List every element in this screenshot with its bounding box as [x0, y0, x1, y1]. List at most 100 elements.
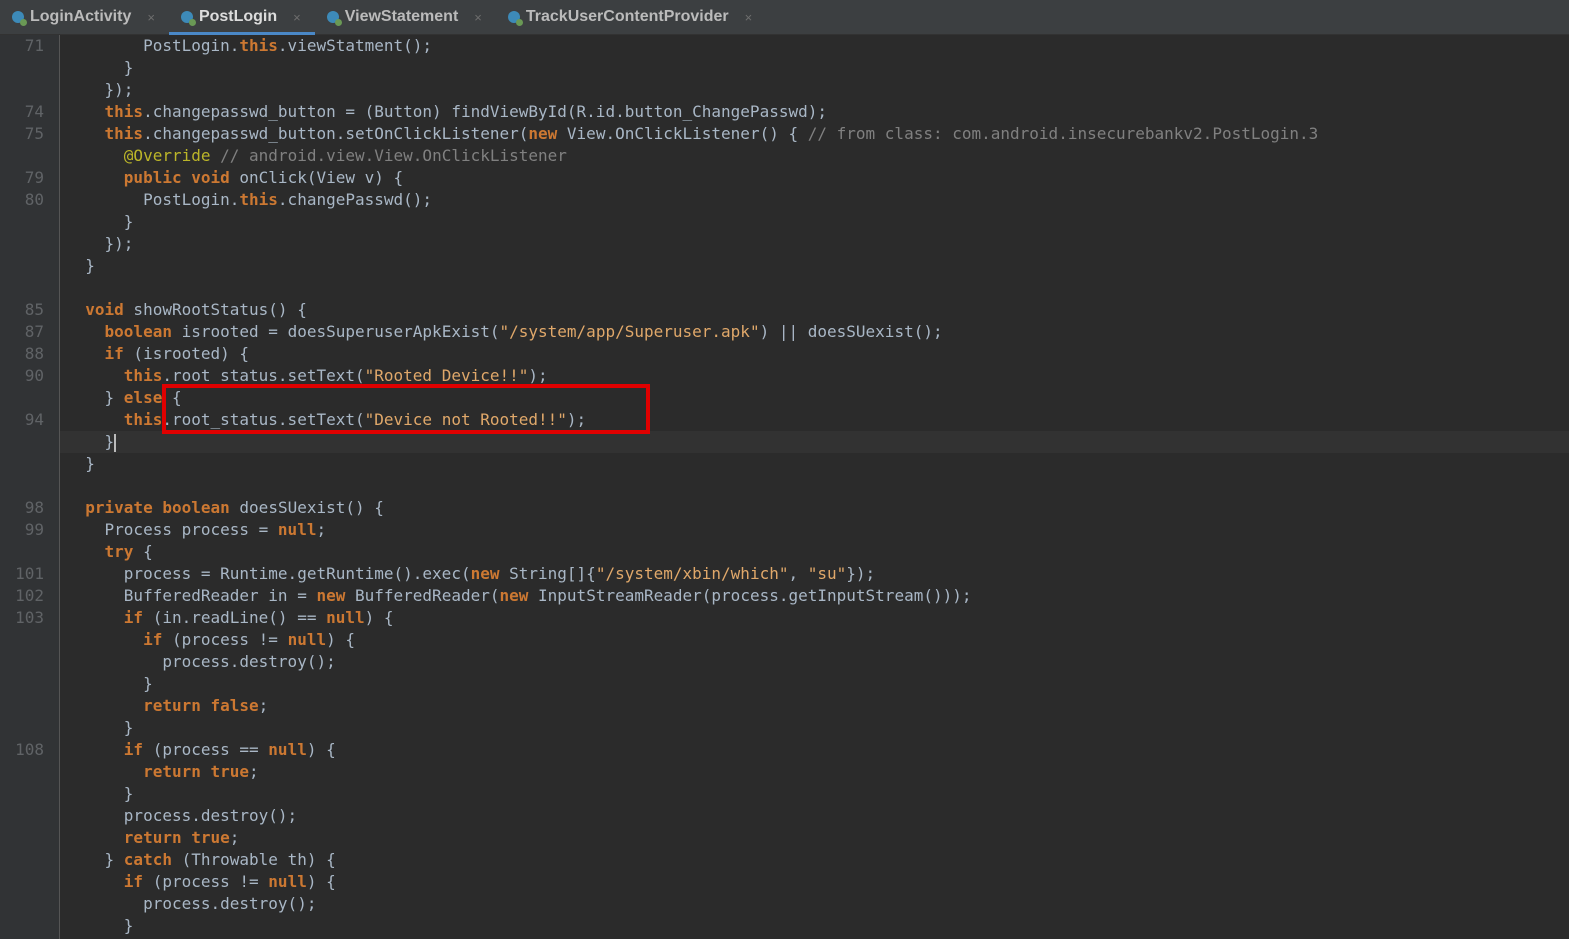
- tab-label: TrackUserContentProvider: [525, 8, 729, 25]
- line-number: 102: [15, 586, 44, 605]
- code-line[interactable]: private boolean doesSUexist() {: [66, 497, 384, 519]
- code-line[interactable]: PostLogin.this.changePasswd();: [66, 189, 432, 211]
- code-line[interactable]: process.destroy();: [66, 805, 297, 827]
- close-icon[interactable]: ×: [293, 10, 301, 25]
- line-number: 79: [24, 168, 44, 187]
- code-line[interactable]: this.root_status.setText("Rooted Device!…: [66, 365, 548, 387]
- tab-label: ViewStatement: [344, 8, 459, 25]
- caret-line-highlight: [60, 431, 1569, 453]
- line-number: [0, 387, 44, 409]
- code-line[interactable]: return true;: [66, 827, 240, 849]
- code-line[interactable]: if (process == null) {: [66, 739, 336, 761]
- code-line[interactable]: } catch (Throwable th) {: [66, 849, 336, 871]
- java-class-icon: [507, 11, 523, 26]
- line-number: [0, 541, 44, 563]
- tab-trackusercontentprovider[interactable]: TrackUserContentProvider ×: [496, 0, 766, 34]
- line-number: [0, 783, 44, 805]
- code-line[interactable]: }: [66, 255, 95, 277]
- line-number: [0, 761, 44, 783]
- line-number: [0, 651, 44, 673]
- code-line[interactable]: try {: [66, 541, 153, 563]
- code-line[interactable]: process.destroy();: [66, 651, 335, 673]
- code-line[interactable]: }: [66, 211, 134, 233]
- line-number: [0, 673, 44, 695]
- code-line[interactable]: public void onClick(View v) {: [66, 167, 403, 189]
- code-line[interactable]: }: [66, 57, 134, 79]
- line-number: 80: [24, 190, 44, 209]
- code-line[interactable]: process.destroy();: [66, 893, 316, 915]
- line-number: [0, 827, 44, 849]
- close-icon[interactable]: ×: [474, 10, 482, 25]
- line-number: 108: [15, 740, 44, 759]
- tab-loginactivity[interactable]: LoginActivity ×: [0, 0, 169, 34]
- code-line[interactable]: if (process != null) {: [66, 871, 336, 893]
- java-class-icon: [180, 11, 196, 26]
- code-line[interactable]: return false;: [66, 695, 268, 717]
- line-number: 94: [24, 410, 44, 429]
- line-number: [0, 849, 44, 871]
- line-number: 71: [24, 36, 44, 55]
- line-number: [0, 57, 44, 79]
- line-number: [0, 255, 44, 277]
- line-number-gutter: 71 74 75 79 80 85 87 88 90 94 98 99 101 102 103 108: [0, 35, 60, 939]
- line-number: [0, 453, 44, 475]
- code-line[interactable]: if (isrooted) {: [66, 343, 250, 365]
- line-number: [0, 277, 44, 299]
- code-line[interactable]: BufferedReader in = new BufferedReader(n…: [66, 585, 972, 607]
- code-line[interactable]: }: [66, 453, 95, 475]
- close-icon[interactable]: ×: [147, 10, 155, 25]
- code-line[interactable]: if (process != null) {: [66, 629, 355, 651]
- code-line[interactable]: Process process = null;: [66, 519, 327, 541]
- code-line[interactable]: }: [66, 783, 134, 805]
- line-number: [0, 805, 44, 827]
- code-line[interactable]: }: [66, 431, 117, 453]
- line-number: 88: [24, 344, 44, 363]
- line-number: 101: [15, 564, 44, 583]
- line-number: [0, 79, 44, 101]
- line-number: [0, 629, 44, 651]
- java-class-icon: [326, 11, 342, 26]
- tab-label: LoginActivity: [30, 8, 132, 25]
- code-line[interactable]: this.changepasswd_button.setOnClickListe…: [66, 123, 1319, 145]
- close-icon[interactable]: ×: [745, 10, 753, 25]
- line-number: 90: [24, 366, 44, 385]
- java-class-icon: [12, 11, 27, 26]
- line-number: 98: [24, 498, 44, 517]
- code-line[interactable]: this.root_status.setText("Device not Roo…: [66, 409, 586, 431]
- code-line[interactable]: @Override // android.view.View.OnClickLi…: [66, 145, 567, 167]
- code-line[interactable]: }: [66, 717, 134, 739]
- line-number: [0, 431, 44, 453]
- code-line[interactable]: }: [66, 915, 134, 937]
- code-line[interactable]: process = Runtime.getRuntime().exec(new …: [66, 563, 875, 585]
- line-number: [0, 475, 44, 497]
- line-number: 75: [24, 124, 44, 143]
- tab-label: PostLogin: [198, 8, 278, 25]
- line-number: [0, 145, 44, 167]
- line-number: 74: [24, 102, 44, 121]
- code-area[interactable]: PostLogin.this.viewStatment(); } }); thi…: [60, 35, 1569, 939]
- line-number: 87: [24, 322, 44, 341]
- code-line[interactable]: if (in.readLine() == null) {: [66, 607, 394, 629]
- code-line[interactable]: } else {: [66, 387, 182, 409]
- code-line[interactable]: void showRootStatus() {: [66, 299, 307, 321]
- code-editor[interactable]: 71 74 75 79 80 85 87 88 90 94 98 99 101 102 103 108 Pos…: [0, 35, 1569, 939]
- line-number: 99: [24, 520, 44, 539]
- line-number: [0, 233, 44, 255]
- line-number: [0, 695, 44, 717]
- code-line[interactable]: PostLogin.this.viewStatment();: [66, 35, 432, 57]
- code-line[interactable]: }: [66, 673, 153, 695]
- code-line[interactable]: this.changepasswd_button = (Button) find…: [66, 101, 827, 123]
- tab-postlogin[interactable]: PostLogin ×: [168, 0, 315, 35]
- line-number: 85: [24, 300, 44, 319]
- code-line[interactable]: });: [66, 79, 134, 101]
- line-number: [0, 915, 44, 937]
- tab-viewstatement[interactable]: ViewStatement ×: [315, 0, 496, 34]
- line-number: [0, 717, 44, 739]
- code-line[interactable]: return true;: [66, 761, 259, 783]
- line-number: [0, 871, 44, 893]
- text-caret: [114, 433, 117, 452]
- code-line[interactable]: });: [66, 233, 134, 255]
- line-number: [0, 211, 44, 233]
- code-line[interactable]: boolean isrooted = doesSuperuserApkExist…: [66, 321, 943, 343]
- line-number: [0, 893, 44, 915]
